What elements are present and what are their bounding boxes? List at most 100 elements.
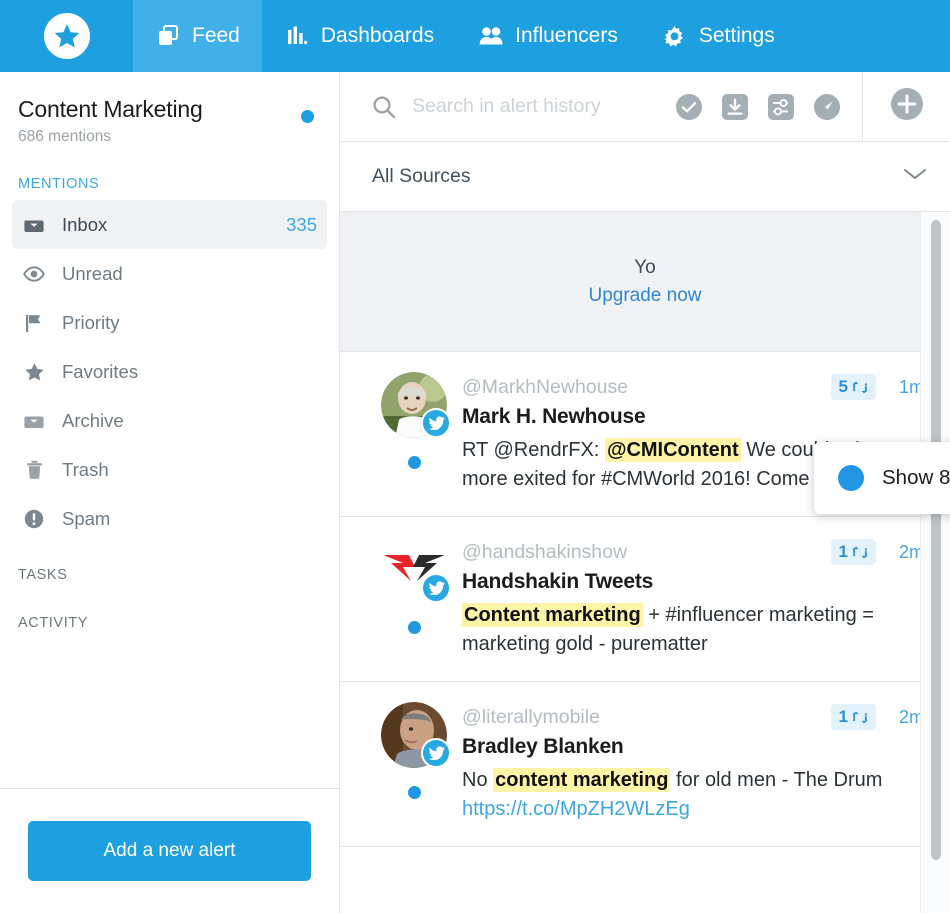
sidebar: Content Marketing 686 mentions MENTIONS … xyxy=(0,72,340,913)
star-icon xyxy=(22,362,46,382)
tweet-timestamp: 2m xyxy=(898,541,924,562)
search-icon xyxy=(372,95,396,119)
twitter-badge-icon xyxy=(421,738,451,768)
app-logo[interactable] xyxy=(0,0,133,72)
sidebar-item-trash[interactable]: Trash xyxy=(12,445,327,494)
sidebar-section-tasks[interactable]: TASKS xyxy=(0,543,339,591)
sidebar-item-inbox-count: 335 xyxy=(286,213,317,235)
avatar[interactable] xyxy=(381,372,451,438)
alert-status-dot xyxy=(301,110,314,123)
sidebar-item-unread-label: Unread xyxy=(62,262,123,284)
tweet-body: @literallymobile 1 2m Bradley Blanken No… xyxy=(462,702,924,824)
retweet-icon xyxy=(852,381,868,394)
nav-tab-influencers[interactable]: Influencers xyxy=(456,0,640,72)
tweet-body: @handshakinshow 1 2m Handshakin Tweets C… xyxy=(462,537,924,659)
tweet-display-name: Bradley Blanken xyxy=(462,735,624,758)
tweet-text-span: RT @RendrFX: xyxy=(462,439,605,461)
feed-scroll-area: Yo Upgrade now @MarkhNewhouse 5 1m Mark … xyxy=(340,212,950,913)
alert-header: Content Marketing 686 mentions xyxy=(0,72,339,152)
tweet-timestamp: 2m xyxy=(898,706,924,727)
tweet-timestamp: 1m xyxy=(898,376,924,397)
alert-mentions-count: 686 mentions xyxy=(18,128,112,145)
tweet-card[interactable]: @handshakinshow 1 2m Handshakin Tweets C… xyxy=(340,517,950,682)
tweet-header: @MarkhNewhouse 5 1m xyxy=(462,374,924,400)
sliders-filter-icon[interactable] xyxy=(766,92,796,122)
nav-tab-settings[interactable]: Settings xyxy=(640,0,797,72)
sidebar-item-inbox[interactable]: Inbox 335 xyxy=(12,200,327,249)
inbox-icon xyxy=(22,216,46,234)
unread-indicator-dot xyxy=(407,621,421,634)
tweet-handle[interactable]: @literallymobile xyxy=(462,706,831,729)
top-navigation: Feed Dashboards Influencers Settings xyxy=(0,0,950,72)
retweet-count: 1 xyxy=(838,707,848,726)
chevron-down-icon xyxy=(902,166,928,187)
sidebar-item-spam[interactable]: Spam xyxy=(12,494,327,543)
alert-circle-icon xyxy=(22,509,46,529)
tweet-avatar-column xyxy=(366,702,462,824)
tweet-avatar-column xyxy=(366,537,462,659)
sidebar-item-archive[interactable]: Archive xyxy=(12,396,327,445)
star-badge-logo-icon xyxy=(43,13,90,59)
nav-tab-feed-label: Feed xyxy=(192,24,240,47)
body-row: Content Marketing 686 mentions MENTIONS … xyxy=(0,72,950,913)
feed-scrollbar-thumb[interactable] xyxy=(931,220,941,860)
share-circle-icon[interactable] xyxy=(812,92,842,122)
search-zone xyxy=(340,72,654,141)
all-sources-dropdown[interactable]: All Sources xyxy=(340,142,950,212)
check-circle-icon[interactable] xyxy=(674,92,704,122)
download-icon[interactable] xyxy=(720,92,750,122)
tweet-url-link[interactable]: https://t.co/MpZH2WLzEg xyxy=(462,798,690,820)
sidebar-item-favorites[interactable]: Favorites xyxy=(12,347,327,396)
tweet-header: @literallymobile 1 2m xyxy=(462,704,924,730)
feed-scrollbar-track[interactable] xyxy=(920,212,950,913)
sidebar-item-unread[interactable]: Unread xyxy=(12,249,327,298)
twitter-badge-icon xyxy=(421,573,451,603)
sidebar-item-favorites-label: Favorites xyxy=(62,360,139,382)
trash-icon xyxy=(22,460,46,480)
retweet-badge: 5 xyxy=(830,374,876,400)
search-toolbar xyxy=(340,72,950,142)
retweet-icon xyxy=(852,711,868,724)
sidebar-item-trash-label: Trash xyxy=(62,458,109,480)
highlighted-keyword: Content marketing xyxy=(462,603,643,627)
sidebar-section-activity[interactable]: ACTIVITY xyxy=(0,591,339,639)
gear-icon xyxy=(662,23,688,49)
toolbar-icons xyxy=(654,72,862,141)
tweet-text: Content marketing + #influencer marketin… xyxy=(462,601,924,659)
highlighted-keyword: content marketing xyxy=(493,768,671,792)
upgrade-now-link[interactable]: Upgrade now xyxy=(588,285,701,307)
main-panel: All Sources Yo Upgrade now xyxy=(340,72,950,913)
show-new-mentions-label: Show 86 new mentions xyxy=(882,466,950,489)
nav-tab-influencers-label: Influencers xyxy=(515,24,618,47)
upgrade-banner: Yo Upgrade now xyxy=(340,212,950,352)
nav-tab-dashboards[interactable]: Dashboards xyxy=(262,0,456,72)
all-sources-label: All Sources xyxy=(372,165,471,187)
app-root: Feed Dashboards Influencers Settings Con… xyxy=(0,0,950,913)
avatar[interactable] xyxy=(381,702,451,768)
sidebar-item-priority[interactable]: Priority xyxy=(12,298,327,347)
show-new-mentions-popup[interactable]: Show 86 new mentions xyxy=(814,442,950,514)
unread-indicator-dot xyxy=(407,456,421,469)
avatar[interactable] xyxy=(381,537,451,603)
retweet-badge: 1 xyxy=(830,539,876,565)
retweet-icon xyxy=(852,546,868,559)
bar-chart-icon xyxy=(284,23,310,49)
nav-tab-feed[interactable]: Feed xyxy=(133,0,262,72)
sidebar-footer: Add a new alert xyxy=(0,788,339,913)
alert-title: Content Marketing xyxy=(18,96,203,122)
tweet-handle[interactable]: @handshakinshow xyxy=(462,541,831,564)
tweet-handle[interactable]: @MarkhNewhouse xyxy=(462,376,831,399)
retweet-count: 1 xyxy=(838,542,848,561)
tweet-display-name: Mark H. Newhouse xyxy=(462,405,646,428)
add-mention-button[interactable] xyxy=(862,72,950,141)
search-input[interactable] xyxy=(412,95,654,118)
eye-icon xyxy=(22,265,46,282)
new-mentions-dot-icon xyxy=(838,465,864,491)
add-a-new-alert-button[interactable]: Add a new alert xyxy=(28,821,311,881)
tweet-card[interactable]: @literallymobile 1 2m Bradley Blanken No… xyxy=(340,682,950,847)
unread-indicator-dot xyxy=(407,786,421,799)
tweet-text-span: No xyxy=(462,769,494,791)
tweet-avatar-column xyxy=(366,372,462,494)
sidebar-item-spam-label: Spam xyxy=(62,507,111,529)
